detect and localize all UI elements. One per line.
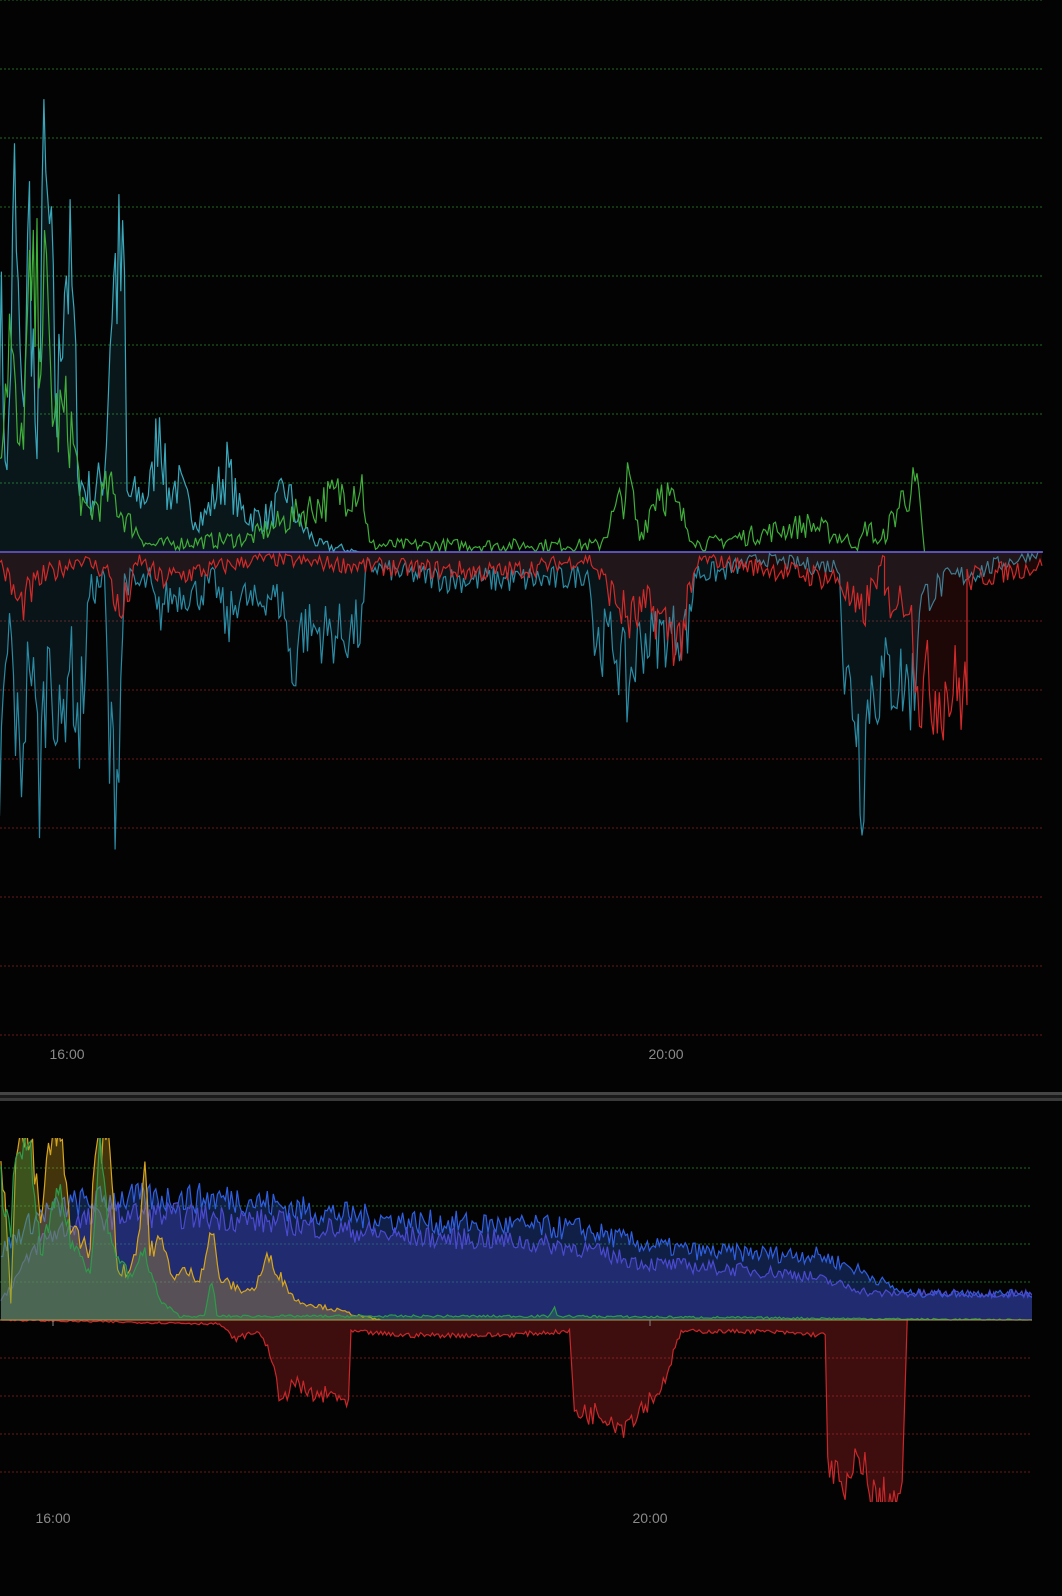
series-area-red-negative xyxy=(0,1320,908,1502)
series-line-red-negative xyxy=(0,1319,908,1502)
bottom-x-tick-label: 20:00 xyxy=(632,1510,668,1526)
bottom-series-group xyxy=(0,1138,1032,1502)
bottom-x-tick-label: 16:00 xyxy=(35,1510,71,1526)
bottom-usage-chart xyxy=(0,1138,1032,1502)
